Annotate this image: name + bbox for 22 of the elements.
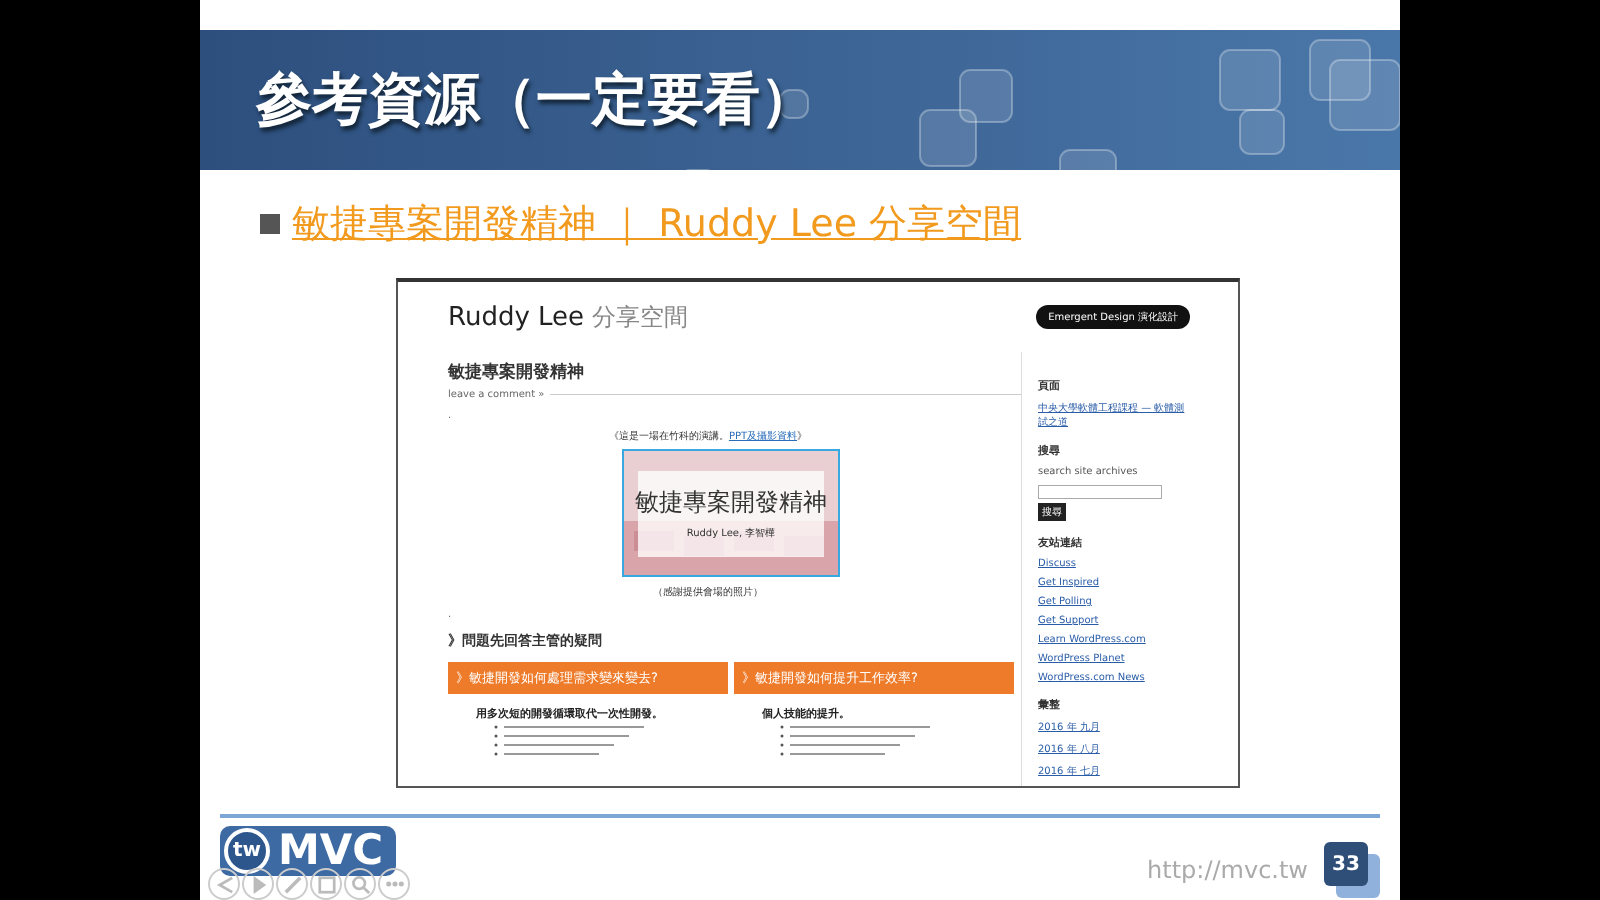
site-url: http://mvc.tw <box>1147 856 1308 884</box>
zoom-icon <box>351 875 369 893</box>
page-number: 33 <box>1324 842 1368 886</box>
zoom-button[interactable] <box>344 868 376 900</box>
pen-icon <box>283 875 301 893</box>
image-title: 敏捷專案開發精神 <box>635 486 827 518</box>
previous-button[interactable] <box>208 868 240 900</box>
copy-icon <box>317 875 335 893</box>
more-icon <box>385 880 403 888</box>
logo-mark: tw <box>224 828 270 874</box>
pen-button[interactable] <box>276 868 308 900</box>
logo-text: MVC <box>278 830 384 872</box>
previous-icon <box>215 875 233 893</box>
search-field[interactable] <box>1038 485 1162 499</box>
site-title: Ruddy Lee <box>448 302 585 332</box>
slide-title: 參考資源（一定要看） <box>254 64 816 136</box>
post-title: 敏捷專案開發精神 <box>448 360 586 383</box>
bullet-icon <box>260 214 280 234</box>
more-button[interactable] <box>378 868 410 900</box>
copy-button[interactable] <box>310 868 342 900</box>
next-button[interactable] <box>242 868 274 900</box>
site-subtitle: 分享空間 <box>592 303 689 331</box>
